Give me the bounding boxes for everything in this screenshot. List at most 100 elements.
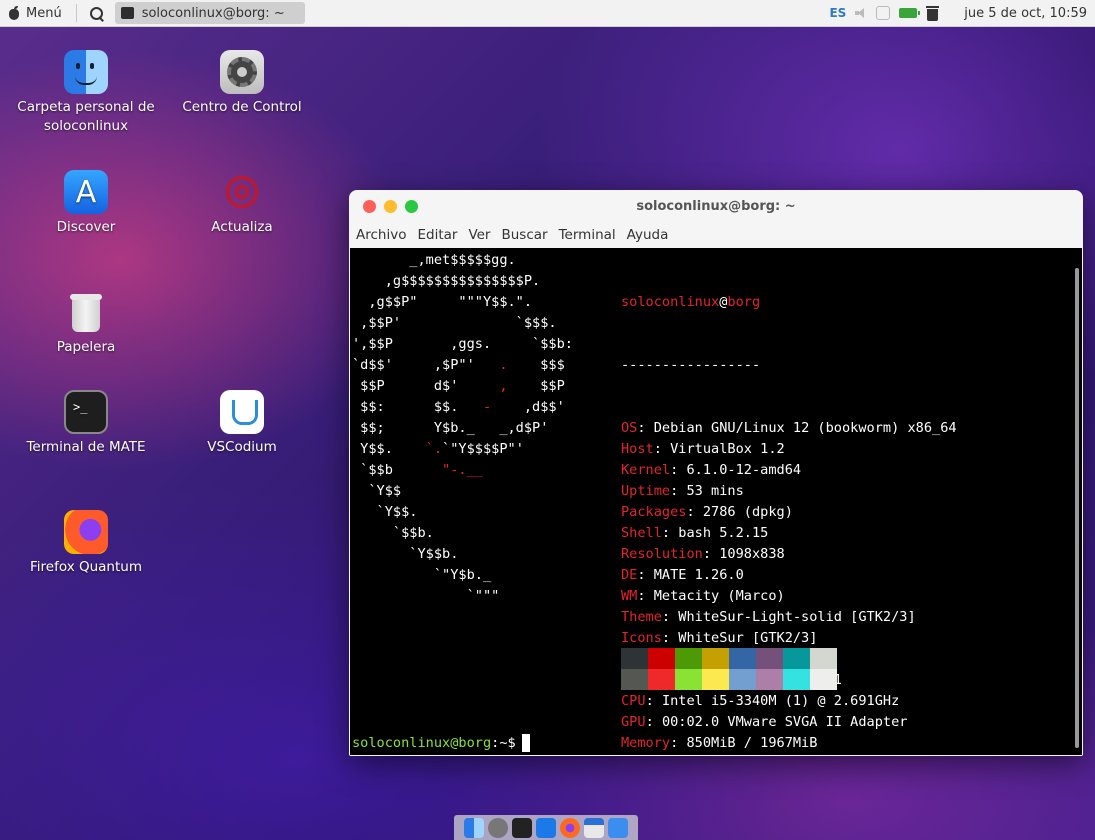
desktop-icon-label: Firefox Quantum [30,559,142,575]
info-key: Kernel [621,462,671,478]
keyboard-layout-indicator[interactable]: ES [829,6,846,20]
info-line: DE: MATE 1.26.0 [621,567,744,583]
info-host: borg [727,294,761,310]
menu-buscar[interactable]: Buscar [501,227,547,243]
prompt-user-host: soloconlinux@borg [352,735,492,751]
info-key: Uptime [621,483,671,499]
info-value: 53 mins [686,483,744,499]
palette-swatch [810,669,837,690]
menu-ayuda[interactable]: Ayuda [627,227,669,243]
files-icon[interactable] [584,817,604,838]
clock[interactable]: jue 5 de oct, 10:59 [964,6,1087,21]
prompt-suffix: :~$ [491,735,516,751]
info-key: DE [621,567,638,583]
menu-ver[interactable]: Ver [468,227,490,243]
firefox-icon [64,510,108,554]
menu-editar[interactable]: Editar [417,227,457,243]
debian-ascii-logo: _,met$$$$$gg. ,g$$$$$$$$$$$$$$$P. ,g$$P"… [352,252,573,604]
info-key: Shell [621,525,662,541]
info-key: Theme [621,609,662,625]
palette-swatch [729,648,756,669]
terminal-menubar: Archivo Editar Ver Buscar Terminal Ayuda [349,222,1083,248]
terminal-icon[interactable] [512,817,532,838]
finder-icon[interactable] [464,817,484,838]
info-value: VirtualBox 1.2 [670,441,785,457]
trash-icon [64,290,108,334]
desktop-icon-update[interactable]: Actualiza [167,170,317,237]
info-line: Resolution: 1098x838 [621,546,785,562]
xcode-icon[interactable] [608,817,628,838]
shell-prompt[interactable]: soloconlinux@borg:~$ [352,734,530,752]
info-key: Resolution [621,546,703,562]
dock [454,815,638,840]
desktop-icon-label: Papelera [56,339,116,355]
info-key: GPU [621,714,646,730]
menu-archivo[interactable]: Archivo [356,227,406,243]
info-line: Packages: 2786 (dpkg) [621,504,793,520]
desktop-icon-trash[interactable]: Papelera [11,290,161,357]
info-value: bash 5.2.15 [678,525,769,541]
terminal-icon [120,7,134,19]
info-line: GPU: 00:02.0 VMware SVGA II Adapter [621,714,908,730]
palette-swatch [648,669,675,690]
palette-swatch [675,669,702,690]
info-key: Packages [621,504,687,520]
trash-icon[interactable] [926,5,940,21]
info-value: 6.1.0-12-amd64 [686,462,802,478]
terminal-icon [64,390,108,434]
info-key: OS [621,420,638,436]
volume-icon[interactable] [855,8,867,18]
terminal-window[interactable]: soloconlinux@borg: ~ Archivo Editar Ver … [349,190,1083,756]
palette-swatch [675,648,702,669]
desktop-icon-label: Discover [56,219,116,235]
settings-icon[interactable] [488,817,508,838]
desktop-icon-vscodium[interactable]: VSCodium [167,390,317,457]
desktop-icon-label: Terminal de MATE [26,439,146,455]
network-icon[interactable] [876,6,891,20]
battery-icon[interactable] [899,8,921,18]
desktop-icon-discover[interactable]: Discover [11,170,161,237]
menu-label: Menú [26,5,62,21]
palette-swatch [783,648,810,669]
info-line: Host: VirtualBox 1.2 [621,441,785,457]
scrollbar[interactable] [1075,268,1079,748]
update-icon [220,170,264,214]
info-key: Icons [621,630,662,646]
palette-swatch [810,648,837,669]
menu-terminal[interactable]: Terminal [559,227,616,243]
system-tray: ES jue 5 de oct, 10:59 [829,0,1095,27]
menu-button[interactable]: Menú [0,0,72,27]
info-value: Metacity (Marco) [653,588,785,604]
palette-swatch [702,648,729,669]
apple-menu-icon [8,6,20,20]
desktop-icon-home[interactable]: Carpeta personal de soloconlinux [11,50,161,136]
info-line: OS: Debian GNU/Linux 12 (bookworm) x86_6… [621,420,957,436]
info-line: Theme: WhiteSur-Light-solid [GTK2/3] [621,609,916,625]
info-value: MATE 1.26.0 [653,567,744,583]
desktop-icon-label: Centro de Control [182,99,302,115]
taskbar-window-title: soloconlinux@borg: ~ [141,5,285,21]
info-value: WhiteSur [GTK2/3] [678,630,818,646]
discover-app-store-icon [64,170,108,214]
info-value: Debian GNU/Linux 12 (bookworm) x86_64 [653,420,957,436]
desktop-icon-control-center[interactable]: Centro de Control [167,50,317,117]
terminal-output[interactable]: _,met$$$$$gg. ,g$$$$$$$$$$$$$$$P. ,g$$P"… [350,248,1082,755]
info-value: Intel i5-3340M (1) @ 2.691GHz [661,693,900,709]
info-line: WM: Metacity (Marco) [621,588,785,604]
info-value: 2786 (dpkg) [702,504,793,520]
info-key: WM [621,588,638,604]
text-cursor [521,734,530,752]
taskbar-window-button[interactable]: soloconlinux@borg: ~ [114,2,305,24]
info-value: 00:02.0 VMware SVGA II Adapter [661,714,908,730]
info-line: Icons: WhiteSur [GTK2/3] [621,630,818,646]
desktop-icon-label: Actualiza [211,219,273,235]
app-store-icon[interactable] [536,817,556,838]
desktop-icon-firefox[interactable]: Firefox Quantum [11,510,161,577]
desktop-icon-terminal[interactable]: Terminal de MATE [11,390,161,457]
firefox-icon[interactable] [560,817,580,838]
info-value: 850MiB / 1967MiB [686,735,818,751]
color-palette [621,648,837,690]
window-titlebar[interactable]: soloconlinux@borg: ~ [349,190,1083,222]
search-icon[interactable] [85,0,107,27]
control-center-icon [220,50,264,94]
